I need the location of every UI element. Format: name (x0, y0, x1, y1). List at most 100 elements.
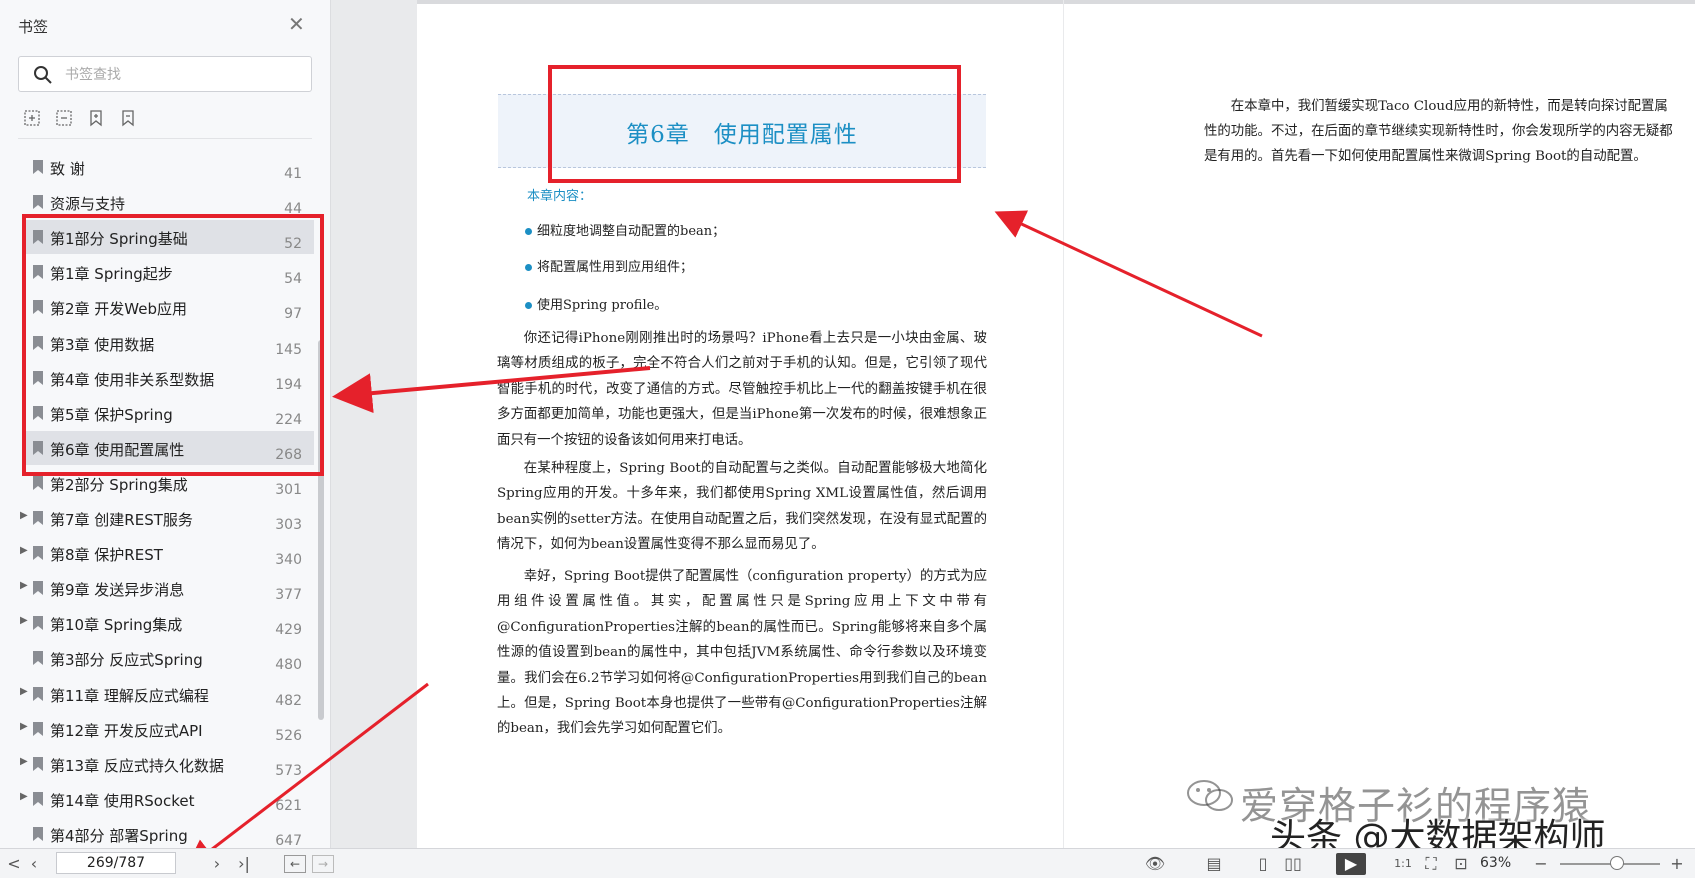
zoom-slider-handle[interactable] (1610, 856, 1624, 870)
bookmark-icon (33, 195, 43, 210)
continuous-view-icon[interactable]: ▤ (1202, 853, 1226, 875)
close-icon[interactable]: ✕ (288, 14, 305, 34)
next-page-icon[interactable]: › (208, 853, 226, 875)
expand-arrow-icon[interactable]: ▶ (20, 510, 28, 521)
bookmark-label: 致 谢 (50, 160, 85, 178)
zoom-in-icon[interactable]: + (1668, 853, 1686, 875)
bookmark-item[interactable]: 第1章 Spring起步 54 (24, 255, 314, 289)
bookmark-page-number: 41 (284, 166, 302, 182)
bookmark-label: 第5章 保护Spring (50, 405, 173, 424)
bookmark-icon (33, 511, 43, 525)
bookmark-item[interactable]: ▶ 第11章 理解反应式编程 482 (20, 677, 314, 711)
bookmark-item[interactable]: 致 谢 41 (24, 150, 314, 184)
bookmark-panel: 书签 ✕ 致 谢 41 资源与支持 44 第1部分 Spring基础 52 第1章 Spri… (0, 0, 331, 848)
bookmark-search-input[interactable] (63, 63, 297, 87)
bookmark-item[interactable]: 资源与支持 44 (24, 185, 314, 219)
bookmark-icon (33, 756, 43, 771)
remove-bookmark-icon[interactable] (118, 108, 140, 130)
bookmark-label: 第9章 发送异步消息 (50, 581, 185, 600)
bookmark-page-number: 621 (275, 797, 302, 814)
expand-arrow-icon[interactable]: ▶ (20, 721, 28, 732)
bookmark-page-number: 52 (284, 236, 302, 253)
single-page-icon[interactable]: ▯ (1252, 853, 1274, 875)
bookmark-label: 第10章 Spring集成 (50, 616, 183, 635)
expand-arrow-icon[interactable]: ▶ (20, 791, 28, 802)
prev-page-icon[interactable]: ‹ (26, 853, 42, 875)
zoom-level[interactable]: 63% (1480, 855, 1511, 871)
goal-item: 细粒度地调整自动配置的bean； (525, 220, 725, 239)
fit-width-icon[interactable]: ⊡ (1448, 853, 1474, 875)
chapter-title: 第6章 使用配置属性 (626, 122, 858, 148)
bookmark-icon (33, 616, 43, 631)
bookmark-page-number: 145 (275, 341, 302, 358)
chapter-banner: 第6章 使用配置属性 (498, 94, 986, 168)
bookmark-item[interactable]: 第5章 保护Spring 224 (24, 396, 314, 430)
expand-arrow-icon[interactable]: ▶ (20, 545, 28, 556)
bookmark-label: 第7章 创建REST服务 (50, 511, 193, 529)
bookmark-item[interactable]: ▶ 第9章 发送异步消息 377 (20, 571, 314, 605)
bookmark-item[interactable]: 第3部分 反应式Spring 480 (24, 641, 314, 675)
goal-text: 使用Spring profile。 (537, 298, 668, 313)
expand-all-icon[interactable] (22, 108, 44, 130)
bookmark-item[interactable]: ▶ 第7章 创建REST服务 303 (20, 501, 314, 535)
goal-text: 将配置属性用到应用组件； (537, 260, 694, 275)
expand-arrow-icon[interactable]: ▶ (20, 615, 28, 626)
go-forward-icon[interactable]: → (312, 855, 334, 873)
bookmark-label: 第4章 使用非关系型数据 (50, 370, 215, 389)
bookmark-item[interactable]: 第3章 使用数据 145 (24, 326, 314, 360)
bookmark-page-number: 480 (275, 657, 302, 674)
bookmark-item[interactable]: ▶ 第13章 反应式持久化数据 573 (20, 747, 314, 781)
bookmark-icon (33, 581, 43, 596)
panel-title: 书签 (18, 18, 49, 36)
bookmark-item[interactable]: 第6章 使用配置属性 268 (24, 430, 314, 465)
bookmark-icon (33, 440, 43, 455)
play-icon[interactable]: ▶ (1336, 853, 1366, 875)
bookmark-item[interactable]: ▶ 第12章 开发反应式API 526 (20, 712, 314, 746)
go-back-icon[interactable]: ← (284, 855, 306, 873)
expand-arrow-icon[interactable]: ▶ (20, 756, 28, 767)
bookmark-label: 第3部分 反应式Spring (50, 651, 203, 670)
bookmark-item[interactable]: 第4章 使用非关系型数据 194 (24, 361, 314, 395)
bookmark-item[interactable]: ▶ 第8章 保护REST 340 (20, 536, 314, 570)
page-number-input[interactable] (56, 852, 176, 874)
bookmark-page-number: 44 (284, 201, 302, 218)
body-paragraph: 在本章中，我们暂缓实现Taco Cloud应用的新特性，而是转向探讨配置属性的功… (1204, 99, 1673, 164)
bookmark-item[interactable]: 第1部分 Spring基础 52 (24, 220, 314, 255)
collapse-all-icon[interactable] (54, 108, 76, 130)
document-page-right: 在本章中，我们暂缓实现Taco Cloud应用的新特性，而是转向探讨配置属性的功… (1064, 0, 1695, 848)
divider (18, 138, 312, 139)
bookmark-item[interactable]: ▶ 第14章 使用RSocket 621 (20, 782, 314, 816)
document-page-left: 第6章 使用配置属性 本章内容： 细粒度地调整自动配置的bean； 将配置属性用… (417, 0, 1063, 848)
bookmark-page-number: 482 (275, 692, 302, 709)
expand-arrow-icon[interactable]: ▶ (20, 580, 28, 591)
bookmark-icon (33, 300, 43, 315)
bullet-icon (525, 302, 532, 309)
dual-page-icon[interactable]: ▯▯ (1280, 853, 1306, 875)
bookmark-item[interactable]: 第2部分 Spring集成 301 (24, 466, 314, 500)
bookmark-search-box[interactable] (18, 56, 312, 92)
bookmark-page-number: 303 (275, 517, 302, 533)
bookmark-page-number: 194 (275, 376, 302, 393)
bookmark-page-number: 429 (275, 622, 302, 639)
bookmark-item[interactable]: ▶ 第10章 Spring集成 429 (20, 606, 314, 640)
first-page-icon[interactable]: < (6, 853, 22, 875)
actual-size-icon[interactable]: 1:1 (1392, 853, 1414, 875)
contents-label: 本章内容： (527, 189, 593, 204)
bookmark-page-number: 268 (275, 446, 302, 463)
bookmark-item[interactable]: 第2章 开发Web应用 97 (24, 290, 314, 324)
bookmark-icon (33, 791, 43, 806)
document-view: 第6章 使用配置属性 本章内容： 细粒度地调整自动配置的bean； 将配置属性用… (331, 0, 1695, 848)
last-page-icon[interactable]: ›| (234, 853, 254, 875)
scrollbar[interactable] (318, 340, 324, 720)
zoom-out-icon[interactable]: − (1532, 853, 1550, 875)
add-bookmark-icon[interactable] (86, 108, 108, 130)
expand-arrow-icon[interactable]: ▶ (20, 686, 28, 697)
bookmark-label: 第2部分 Spring集成 (50, 475, 188, 494)
bookmark-page-number: 340 (275, 552, 302, 569)
eye-protection-icon[interactable]: 👁 (1142, 853, 1168, 875)
bookmark-page-number: 647 (275, 832, 302, 848)
bookmark-item[interactable]: 第4部分 部署Spring 647 (24, 817, 314, 848)
fit-page-icon[interactable]: ⛶ (1420, 853, 1442, 875)
bookmark-page-number: 224 (275, 411, 302, 428)
bookmark-label: 第11章 理解反应式编程 (50, 686, 209, 705)
